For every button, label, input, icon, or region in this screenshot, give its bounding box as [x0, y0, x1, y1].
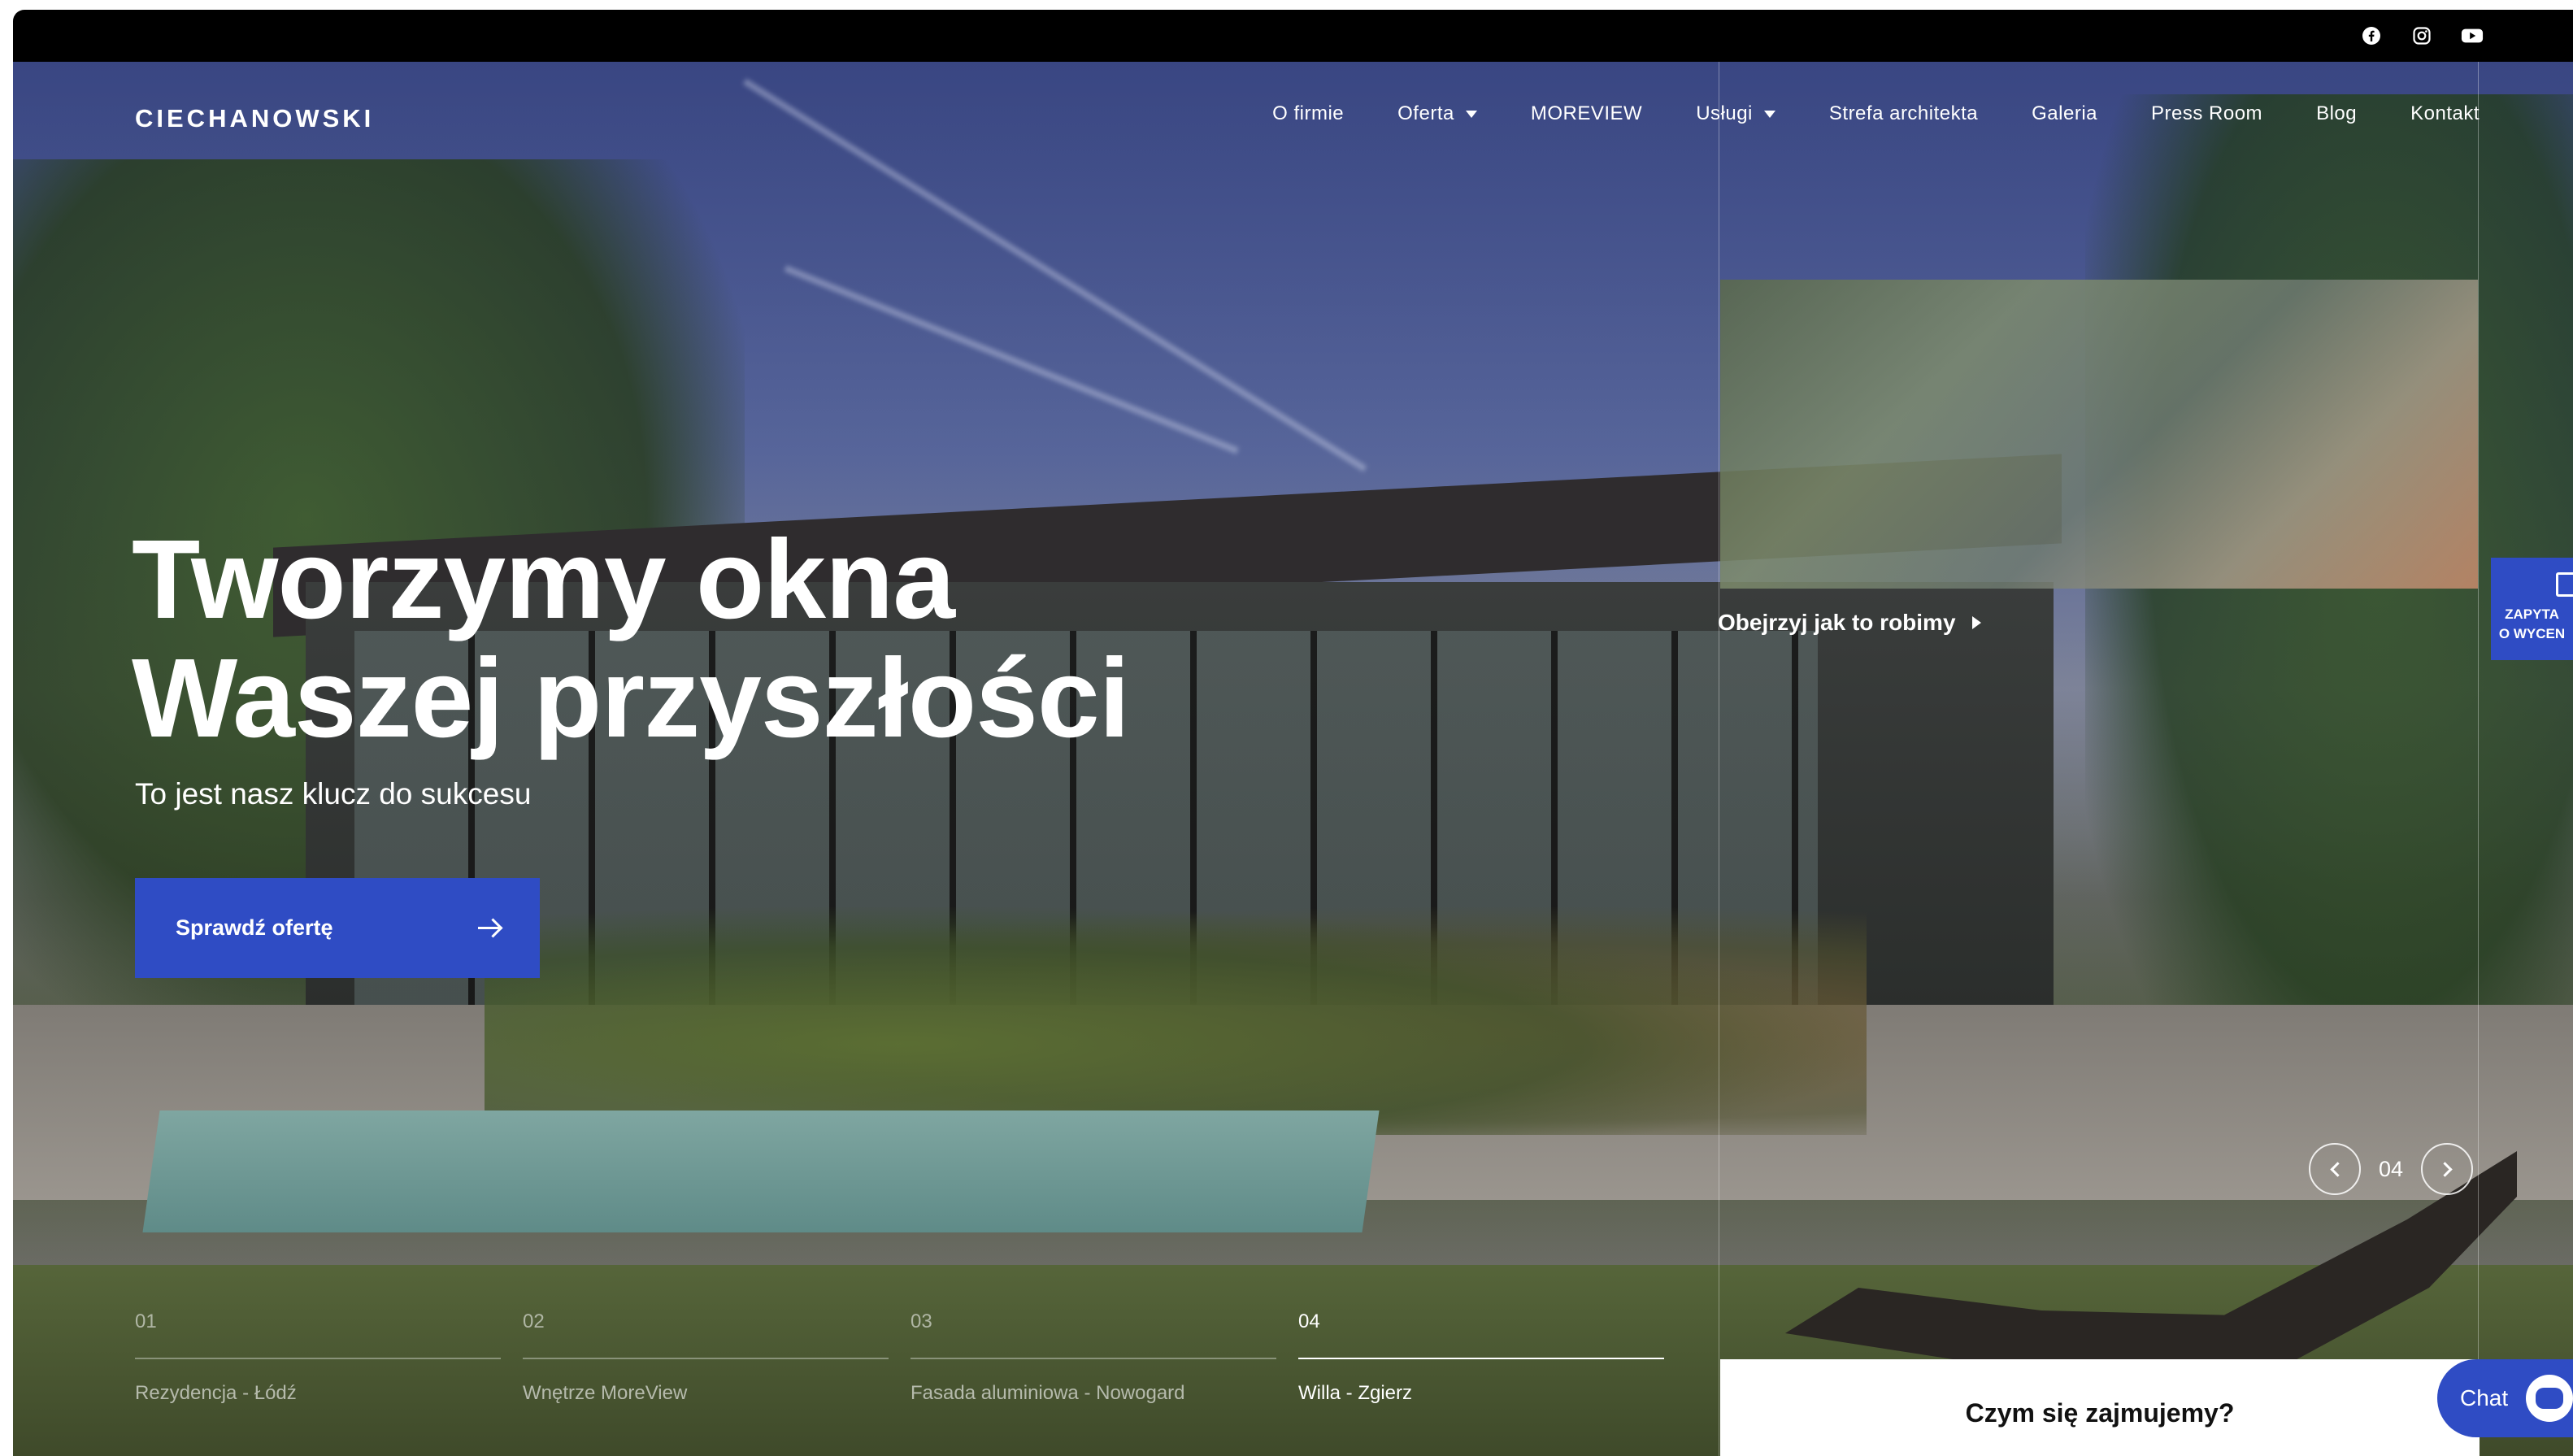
nav-item-o-firmie[interactable]: O firmie: [1272, 102, 1344, 125]
slide-name: Willa - Zgierz: [1298, 1382, 1413, 1404]
caret-down-icon: [1763, 110, 1775, 118]
pool: [142, 1110, 1380, 1232]
slide-name: Wnętrze MoreView: [523, 1382, 688, 1404]
play-icon: [1971, 616, 1981, 629]
top-bar: [13, 10, 2573, 62]
instagram-icon[interactable]: [2410, 24, 2433, 47]
nav-item-label: Oferta: [1397, 102, 1454, 124]
nav-item-label: Blog: [2316, 102, 2358, 124]
chevron-right-icon: [2436, 1161, 2453, 1177]
quote-request-tab[interactable]: ZAPYTA O WYCEN: [2491, 558, 2573, 660]
slide-progress-line: [911, 1358, 1276, 1359]
youtube-icon[interactable]: [2461, 24, 2484, 47]
slide-item-active[interactable]: 04 Willa - Zgierz: [1298, 1310, 1686, 1405]
nav-item-moreview[interactable]: MOREVIEW: [1531, 102, 1642, 125]
slide-name: Fasada aluminiowa - Nowogard: [911, 1382, 1185, 1404]
nav-item-label: Strefa architekta: [1828, 102, 1979, 124]
nav-item-galeria[interactable]: Galeria: [2032, 102, 2097, 125]
social-links: [2360, 24, 2484, 47]
contrail: [784, 265, 1239, 454]
nav-item-kontakt[interactable]: Kontakt: [2410, 102, 2480, 125]
slider-next-button[interactable]: [2421, 1143, 2474, 1195]
slide-item[interactable]: 01 Rezydencja - Łódź: [135, 1310, 523, 1405]
arrow-right-icon: [478, 927, 499, 929]
slide-number: 03: [911, 1310, 932, 1332]
slide-item[interactable]: 03 Fasada aluminiowa - Nowogard: [911, 1310, 1298, 1405]
check-offer-button[interactable]: Sprawdź ofertę: [135, 878, 540, 978]
hero-subtitle: To jest nasz klucz do sukcesu: [135, 777, 532, 811]
nav-item-uslugi[interactable]: Usługi: [1696, 102, 1775, 125]
section-teaser-box: Czym się zajmujemy?: [1720, 1359, 2480, 1456]
slide-progress-line: [1298, 1358, 1664, 1359]
contrail: [742, 78, 1367, 472]
slide-number: 02: [523, 1310, 545, 1332]
nav-item-label: Usługi: [1696, 102, 1753, 124]
chat-button[interactable]: Chat: [2437, 1359, 2573, 1437]
slider-controls: 04: [2309, 1143, 2474, 1195]
chat-bubble-icon: [2526, 1375, 2573, 1422]
caret-down-icon: [1465, 110, 1477, 118]
chevron-left-icon: [2329, 1161, 2345, 1177]
slide-number: 01: [135, 1310, 157, 1332]
section-teaser-title: Czym się zajmujemy?: [1965, 1398, 2235, 1428]
slide-item[interactable]: 02 Wnętrze MoreView: [523, 1310, 911, 1405]
nav-item-label: Press Room: [2151, 102, 2263, 124]
hero-title-line2: Waszej przyszłości: [132, 636, 1130, 761]
nav-item-press-room[interactable]: Press Room: [2151, 102, 2262, 125]
nav-item-label: O firmie: [1272, 102, 1345, 124]
slide-number: 04: [1298, 1310, 1320, 1332]
nav-item-blog[interactable]: Blog: [2316, 102, 2357, 125]
hero-title: Tworzymy okna Waszej przyszłości: [132, 517, 1130, 761]
facebook-icon[interactable]: [2360, 24, 2383, 47]
slider-current-number: 04: [2379, 1156, 2404, 1181]
nav-item-strefa-architekta[interactable]: Strefa architekta: [1829, 102, 1978, 125]
site-logo[interactable]: CIECHANOWSKI: [135, 104, 374, 133]
slide-name: Rezydencja - Łódź: [135, 1382, 297, 1404]
document-icon: [2556, 572, 2573, 597]
check-offer-label: Sprawdź ofertę: [176, 915, 333, 940]
nav-item-label: Kontakt: [2410, 102, 2480, 124]
main-nav: O firmie Oferta MOREVIEW Usługi Strefa a…: [1272, 102, 2480, 125]
layout-divider: [2478, 62, 2479, 1456]
nav-item-oferta[interactable]: Oferta: [1397, 102, 1477, 125]
garden-plants: [485, 907, 1867, 1135]
slide-progress-line: [135, 1358, 501, 1359]
watch-video-label: Obejrzyj jak to robimy: [1718, 610, 1956, 635]
chat-label: Chat: [2460, 1385, 2509, 1410]
nav-item-label: MOREVIEW: [1530, 102, 1643, 124]
slide-list: 01 Rezydencja - Łódź 02 Wnętrze MoreView…: [135, 1310, 1686, 1405]
nav-item-label: Galeria: [2032, 102, 2098, 124]
hero-title-line1: Tworzymy okna: [132, 517, 955, 642]
slider-prev-button[interactable]: [2309, 1143, 2361, 1195]
video-thumbnail[interactable]: [1720, 280, 2478, 589]
watch-video-link[interactable]: Obejrzyj jak to robimy: [1718, 610, 1981, 636]
slide-progress-line: [523, 1358, 889, 1359]
quote-tab-line1: ZAPYTA: [2505, 606, 2559, 622]
quote-tab-line2: O WYCEN: [2498, 626, 2566, 641]
